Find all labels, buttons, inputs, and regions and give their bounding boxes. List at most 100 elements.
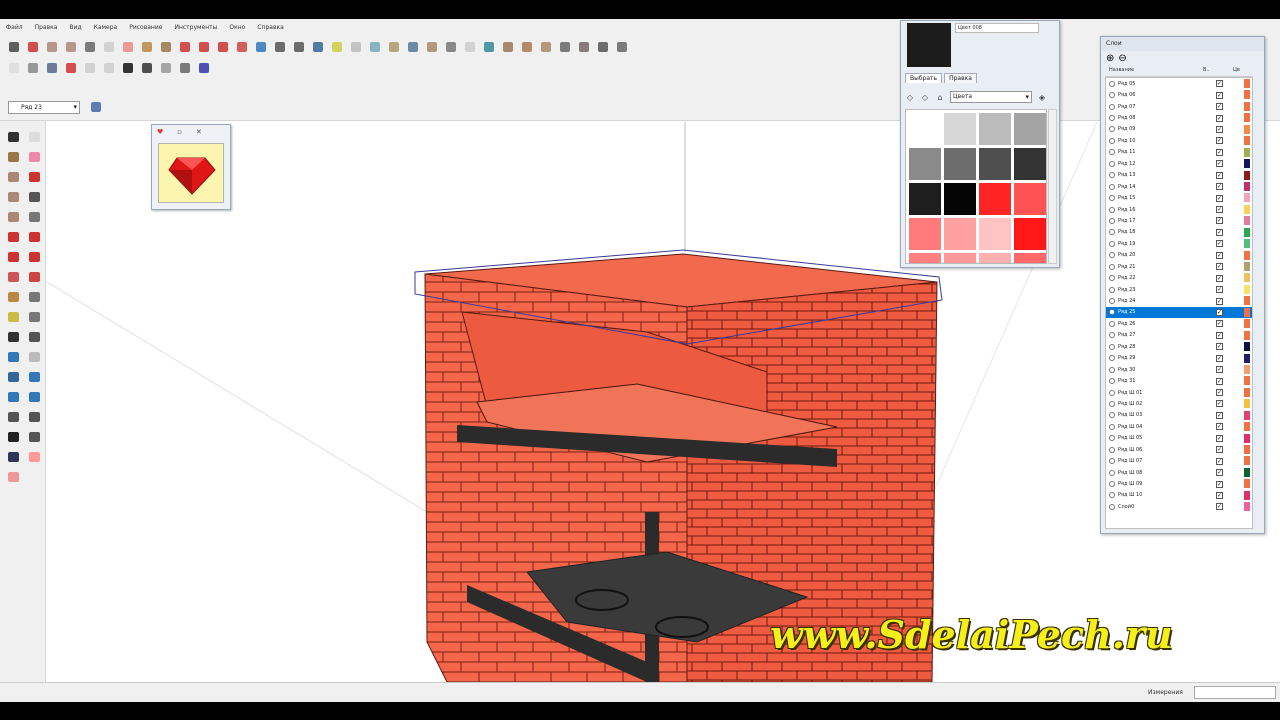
color-swatch[interactable]	[909, 113, 941, 145]
layer-visible-checkbox[interactable]: ✓	[1216, 423, 1223, 431]
layer-color-swatch[interactable]	[1244, 216, 1250, 226]
layer-row[interactable]: Ряд 10 ✓	[1106, 135, 1252, 146]
layer-color-swatch[interactable]	[1244, 159, 1250, 169]
active-layer-radio[interactable]	[1109, 412, 1115, 419]
color-swatch[interactable]	[1014, 148, 1046, 180]
details-arrow-icon[interactable]: ◈	[1037, 93, 1047, 102]
rotate-tool-icon[interactable]	[215, 39, 231, 55]
layer-row[interactable]: Ряд 15 ✓	[1106, 192, 1252, 203]
3d-text-icon[interactable]	[26, 329, 43, 345]
home-icon[interactable]: ⌂	[935, 93, 945, 102]
layer-row[interactable]: Ряд Ш 05 ✓	[1106, 433, 1252, 444]
model-info-icon[interactable]	[196, 60, 212, 76]
layer-visible-checkbox[interactable]: ✓	[1216, 125, 1223, 133]
position-camera-icon[interactable]	[5, 409, 22, 425]
layer-visible-checkbox[interactable]: ✓	[1216, 320, 1223, 328]
menu-file[interactable]: Файл	[6, 24, 23, 31]
polygon-icon[interactable]	[5, 209, 22, 225]
layer-row[interactable]: Ряд 19 ✓	[1106, 238, 1252, 249]
active-layer-radio[interactable]	[1109, 332, 1115, 339]
active-layer-radio[interactable]	[1109, 263, 1115, 270]
section-cut-icon[interactable]	[576, 39, 592, 55]
zoom-tool-icon[interactable]	[291, 39, 307, 55]
layer-visible-checkbox[interactable]: ✓	[1216, 240, 1223, 248]
color-swatch[interactable]	[944, 148, 976, 180]
active-layer-radio[interactable]	[1109, 343, 1115, 350]
shaded-icon[interactable]	[519, 39, 535, 55]
redo-icon[interactable]	[158, 60, 174, 76]
layer-color-swatch[interactable]	[1244, 227, 1250, 237]
pencil-tool-icon[interactable]	[25, 39, 41, 55]
layer-color-swatch[interactable]	[1244, 250, 1250, 260]
protractor-icon[interactable]	[5, 309, 22, 325]
previous-view-icon[interactable]	[329, 39, 345, 55]
layer-color-swatch[interactable]	[1244, 319, 1250, 329]
push-pull-icon[interactable]	[26, 229, 43, 245]
layer-visible-checkbox[interactable]: ✓	[1216, 228, 1223, 236]
layer-visible-checkbox[interactable]: ✓	[1216, 434, 1223, 442]
layer-row[interactable]: Ряд 18 ✓	[1106, 227, 1252, 238]
layer-row[interactable]: Ряд 21 ✓	[1106, 261, 1252, 272]
layer-color-swatch[interactable]	[1244, 113, 1250, 123]
follow-me-icon[interactable]	[234, 39, 250, 55]
header-visible[interactable]: В..	[1203, 67, 1233, 76]
layer-color-swatch[interactable]	[1244, 262, 1250, 271]
select-icon[interactable]	[5, 129, 22, 145]
color-swatch[interactable]	[944, 218, 976, 250]
active-layer-radio[interactable]	[1109, 160, 1115, 167]
active-layer-radio[interactable]	[1109, 217, 1115, 224]
wireframe-icon[interactable]	[481, 39, 497, 55]
sandbox-icon[interactable]	[5, 449, 22, 465]
color-swatch[interactable]	[979, 183, 1011, 215]
menu-camera[interactable]: Камера	[94, 24, 118, 31]
layer-row[interactable]: Ряд 22 ✓	[1106, 272, 1252, 283]
color-swatch[interactable]	[979, 148, 1011, 180]
circle-tool-icon[interactable]	[63, 39, 79, 55]
active-layer-radio[interactable]	[1109, 229, 1115, 236]
layer-color-swatch[interactable]	[1244, 90, 1250, 100]
active-layer-radio[interactable]	[1109, 286, 1115, 293]
layer-visible-checkbox[interactable]: ✓	[1216, 308, 1223, 316]
layer-color-swatch[interactable]	[1244, 422, 1250, 432]
active-layer-radio[interactable]	[1109, 481, 1115, 488]
active-layer-radio[interactable]	[1109, 92, 1115, 99]
layer-row[interactable]: Ряд 25 ✓	[1106, 306, 1252, 319]
layer-visible-checkbox[interactable]: ✓	[1216, 80, 1223, 88]
rotate-icon[interactable]	[5, 249, 22, 265]
layer-row[interactable]: Ряд 28 ✓	[1106, 341, 1252, 352]
save-file-icon[interactable]	[44, 60, 60, 76]
layer-color-swatch[interactable]	[1244, 136, 1250, 146]
layer-row[interactable]: Ряд Ш 08 ✓	[1106, 467, 1252, 478]
layer-row[interactable]: Слой0 ✓	[1106, 501, 1252, 512]
active-layer-radio[interactable]	[1109, 183, 1115, 190]
menu-view[interactable]: Вид	[69, 24, 81, 31]
layer-row[interactable]: Ряд 11 ✓	[1106, 147, 1252, 158]
layer-visible-checkbox[interactable]: ✓	[1216, 137, 1223, 145]
layer-color-swatch[interactable]	[1244, 330, 1250, 340]
layer-color-swatch[interactable]	[1244, 284, 1250, 294]
menu-draw[interactable]: Рисование	[129, 24, 162, 31]
color-swatch[interactable]	[979, 113, 1011, 145]
active-layer-radio[interactable]	[1109, 195, 1115, 202]
layer-row[interactable]: Ряд Ш 04 ✓	[1106, 421, 1252, 432]
layer-row[interactable]: Ряд Ш 06 ✓	[1106, 444, 1252, 455]
layer-visible-checkbox[interactable]: ✓	[1216, 354, 1223, 362]
layer-visible-checkbox[interactable]: ✓	[1216, 183, 1223, 191]
layer-color-swatch[interactable]	[1244, 445, 1250, 454]
active-layer-radio[interactable]	[1109, 206, 1115, 213]
arc-tool-icon[interactable]	[82, 39, 98, 55]
layer-color-swatch[interactable]	[1244, 502, 1250, 512]
layer-visible-checkbox[interactable]: ✓	[1216, 217, 1223, 225]
rectangle-icon[interactable]	[5, 169, 22, 185]
active-layer-radio[interactable]	[1109, 115, 1115, 122]
stove-model[interactable]	[46, 121, 1280, 683]
make-component-icon[interactable]	[101, 39, 117, 55]
freehand-icon[interactable]	[26, 209, 43, 225]
component-icon[interactable]	[26, 129, 43, 145]
color-swatch[interactable]	[1014, 113, 1046, 145]
active-layer-radio[interactable]	[1109, 503, 1115, 510]
layer-color-swatch[interactable]	[1244, 181, 1250, 191]
layer-row[interactable]: Ряд 13 ✓	[1106, 170, 1252, 181]
arc-icon[interactable]	[26, 189, 43, 205]
layer-visible-checkbox[interactable]: ✓	[1216, 491, 1223, 499]
